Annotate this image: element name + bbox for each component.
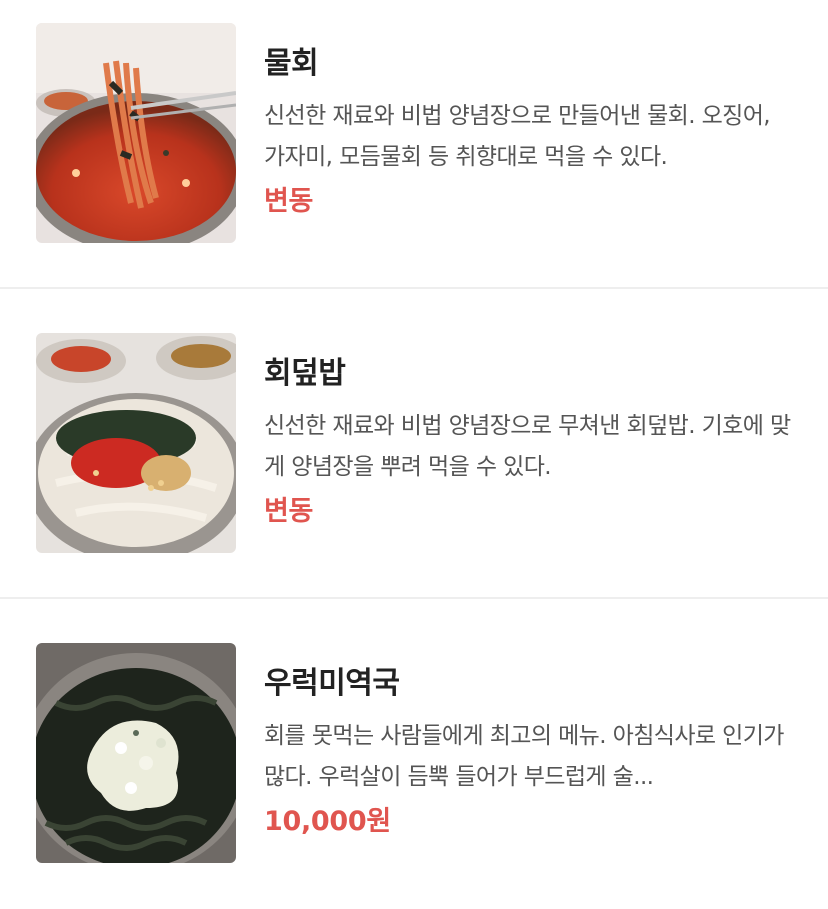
menu-item-mulhoe[interactable]: 물회 신선한 재료와 비법 양념장으로 만들어낸 물회. 오징어, 가자미, 모… (0, 0, 828, 289)
menu-item-description: 신선한 재료와 비법 양념장으로 만들어낸 물회. 오징어, 가자미, 모듬물회… (264, 103, 771, 170)
ureok-miyeokguk-photo (36, 643, 236, 863)
hoedeopbap-photo (36, 333, 236, 553)
menu-item-price: 10,000원 (264, 806, 391, 837)
menu-item-info: 회덮밥 신선한 재료와 비법 양념장으로 무쳐낸 회덮밥. 기호에 맞게 양념장… (264, 354, 794, 532)
menu-item-ureok-miyeokguk[interactable]: 우럭미역국 회를 못먹는 사람들에게 최고의 메뉴. 아침식사로 인기가 많다.… (0, 620, 828, 909)
menu-item-price: 변동 (264, 496, 314, 527)
menu-list: 물회 신선한 재료와 비법 양념장으로 만들어낸 물회. 오징어, 가자미, 모… (0, 0, 828, 901)
menu-item-name: 물회 (264, 46, 319, 81)
menu-item-name: 회덮밥 (264, 356, 346, 391)
divider (0, 597, 828, 599)
menu-item-info: 물회 신선한 재료와 비법 양념장으로 만들어낸 물회. 오징어, 가자미, 모… (264, 44, 794, 222)
divider (0, 287, 828, 289)
menu-item-name: 우럭미역국 (264, 666, 400, 701)
menu-item-hoedeopbap[interactable]: 회덮밥 신선한 재료와 비법 양념장으로 무쳐낸 회덮밥. 기호에 맞게 양념장… (0, 310, 828, 599)
menu-item-description: 신선한 재료와 비법 양념장으로 무쳐낸 회덮밥. 기호에 맞게 양념장을 뿌려… (264, 413, 791, 480)
menu-item-description: 회를 못먹는 사람들에게 최고의 메뉴. 아침식사로 인기가 많다. 우럭살이 … (264, 723, 784, 790)
menu-item-info: 우럭미역국 회를 못먹는 사람들에게 최고의 메뉴. 아침식사로 인기가 많다.… (264, 664, 794, 842)
menu-item-price: 변동 (264, 186, 314, 217)
mulhoe-photo (36, 23, 236, 243)
